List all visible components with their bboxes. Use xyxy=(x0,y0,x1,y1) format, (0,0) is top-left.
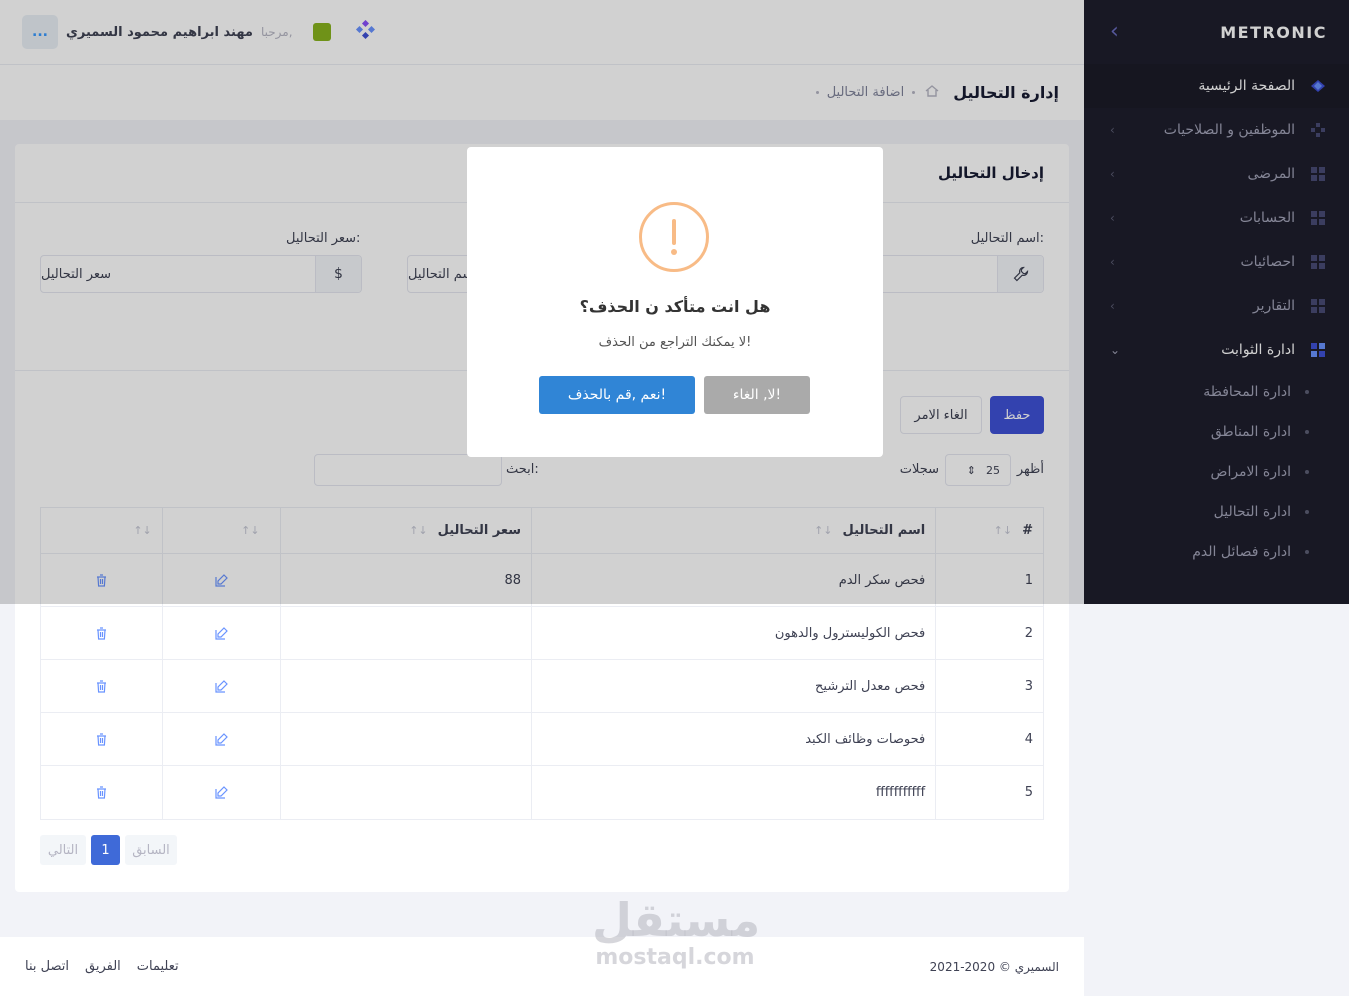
footer: تعليمات الفريق اتصل بنا 2021-2020 © السم… xyxy=(0,937,1084,996)
warning-icon xyxy=(639,202,709,272)
table-row: 3 فحص معدل الترشيح xyxy=(41,660,1043,713)
row-number: 2 xyxy=(935,607,1043,659)
footer-link-help[interactable]: تعليمات xyxy=(137,959,179,974)
footer-link-team[interactable]: الفريق xyxy=(85,959,121,974)
dialog-text: لا يمكنك التراجع من الحذف! xyxy=(598,335,752,350)
pagination-previous[interactable]: السابق xyxy=(125,835,177,865)
row-number: 4 xyxy=(935,713,1043,765)
delete-icon[interactable] xyxy=(41,713,162,765)
confirm-delete-button[interactable]: نعم ,قم بالحذف! xyxy=(539,376,695,414)
edit-icon[interactable] xyxy=(161,713,280,765)
pagination-page-1[interactable]: 1 xyxy=(91,835,120,865)
table-row: 4 فحوصات وظائف الكبد xyxy=(41,713,1043,766)
row-price xyxy=(279,607,531,659)
row-price xyxy=(279,766,531,819)
delete-icon[interactable] xyxy=(41,766,162,819)
delete-confirm-dialog: هل انت متأكد ن الحذف؟ لا يمكنك التراجع م… xyxy=(467,147,883,457)
delete-icon[interactable] xyxy=(41,607,162,659)
pagination-next[interactable]: التالي xyxy=(40,835,86,865)
table-row: 5 fffffffffff xyxy=(41,766,1043,819)
footer-links: تعليمات الفريق اتصل بنا xyxy=(25,959,179,974)
row-name: فحوصات وظائف الكبد xyxy=(531,713,935,765)
dialog-title: هل انت متأكد ن الحذف؟ xyxy=(579,297,771,316)
footer-copyright: 2021-2020 © السميري xyxy=(929,959,1059,974)
table-row: 2 فحص الكوليسترول والدهون xyxy=(41,607,1043,660)
edit-icon[interactable] xyxy=(161,660,280,712)
row-price xyxy=(279,713,531,765)
edit-icon[interactable] xyxy=(161,607,280,659)
footer-link-contact[interactable]: اتصل بنا xyxy=(25,959,69,974)
row-name: فحص معدل الترشيح xyxy=(531,660,935,712)
row-name: فحص الكوليسترول والدهون xyxy=(531,607,935,659)
edit-icon[interactable] xyxy=(161,766,280,819)
row-number: 5 xyxy=(935,766,1043,819)
row-price xyxy=(279,660,531,712)
row-name: fffffffffff xyxy=(531,766,935,819)
delete-icon[interactable] xyxy=(41,660,162,712)
row-number: 3 xyxy=(935,660,1043,712)
cancel-delete-button[interactable]: لا, الغاء! xyxy=(704,376,810,414)
watermark-logo: مستقل mostaql.com xyxy=(592,893,761,970)
